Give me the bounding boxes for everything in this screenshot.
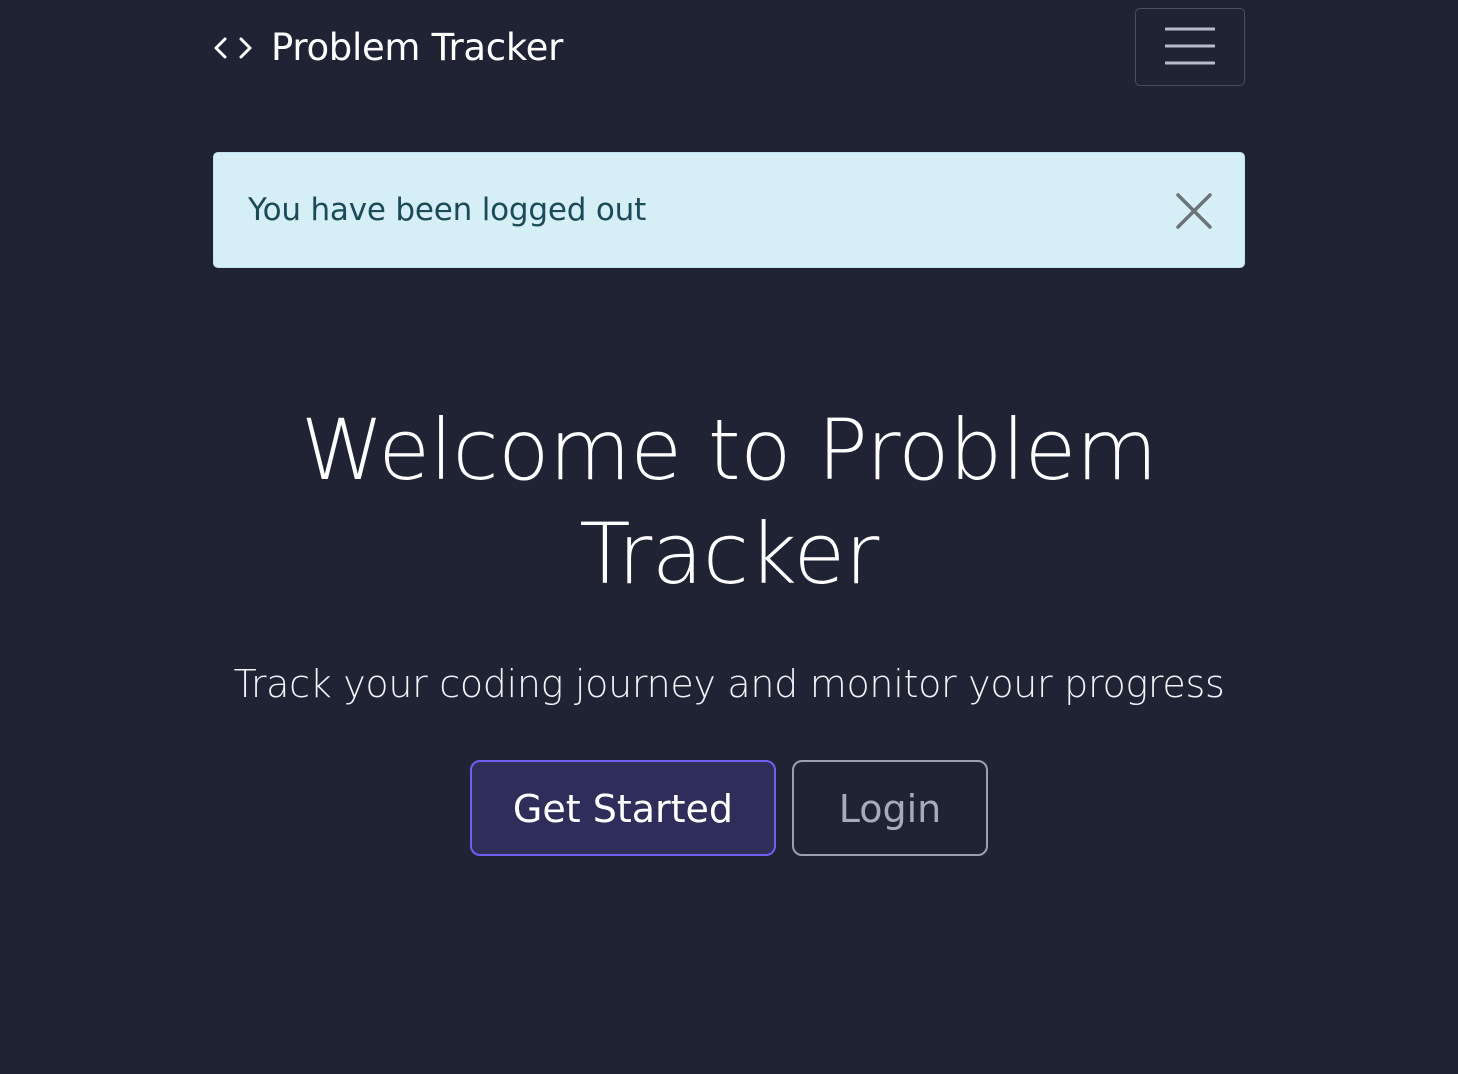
login-button[interactable]: Login: [792, 760, 988, 856]
alert-message: You have been logged out: [248, 192, 647, 228]
brand-text: Problem Tracker: [271, 26, 564, 69]
hamburger-menu-icon: [1164, 26, 1216, 69]
close-icon: [1174, 193, 1214, 234]
page: Problem Tracker You have been logged out: [0, 0, 1458, 1074]
alert-close-button[interactable]: [1174, 191, 1214, 231]
hero-title: Welcome to Problem Tracker: [300, 401, 1158, 603]
brand-link[interactable]: Problem Tracker: [213, 26, 563, 70]
hero-subtitle: Track your coding journey and monitor yo…: [233, 662, 1225, 706]
get-started-button[interactable]: Get Started: [470, 760, 776, 856]
navbar: Problem Tracker: [213, 8, 1245, 88]
navbar-toggle-button[interactable]: [1135, 8, 1245, 86]
code-icon: [213, 33, 253, 63]
logout-alert: You have been logged out: [213, 152, 1245, 268]
